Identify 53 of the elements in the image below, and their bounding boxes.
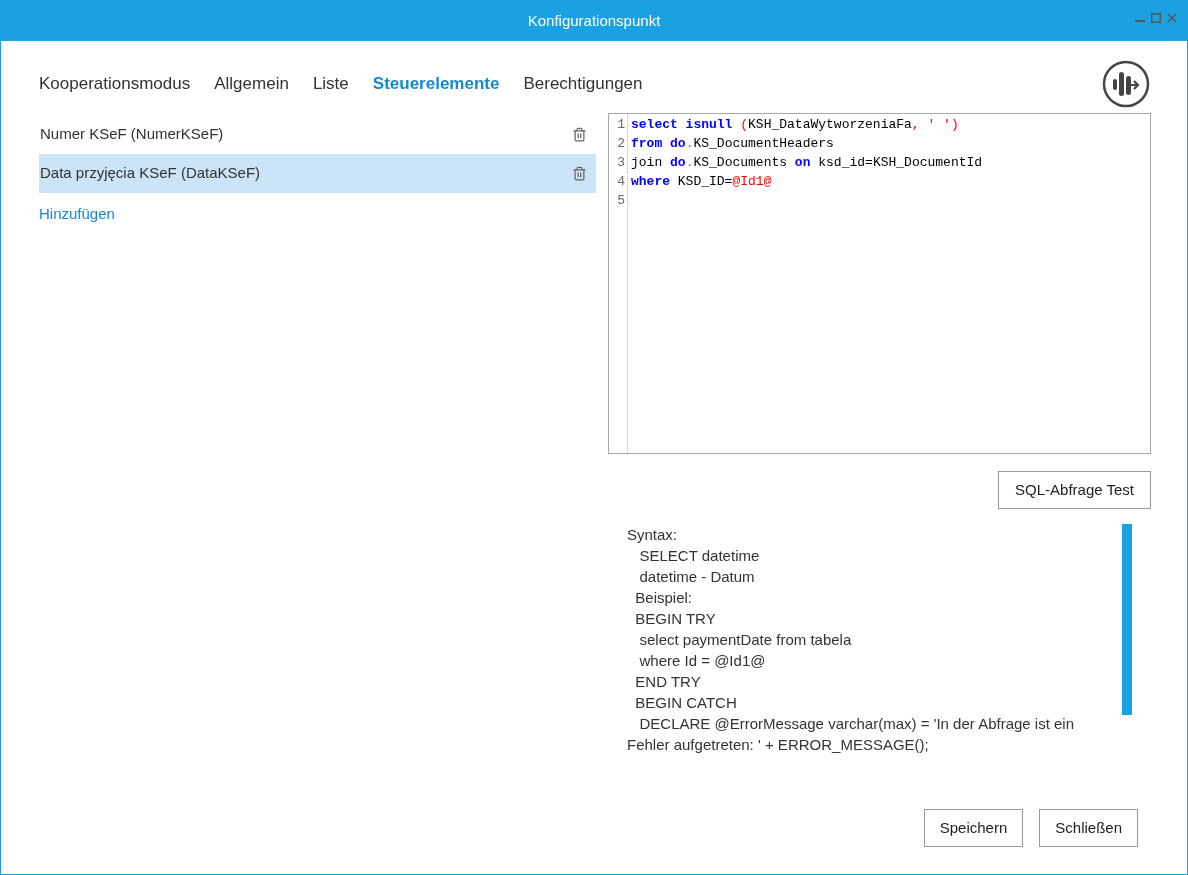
code-token: on — [794, 155, 811, 170]
list-item[interactable]: Numer KSeF (NumerKSeF) — [39, 115, 596, 154]
help-text-line: Syntax: — [627, 525, 679, 545]
add-link[interactable]: Hinzufügen — [39, 203, 115, 226]
code-token: . — [685, 155, 694, 170]
close-icon[interactable] — [1167, 13, 1177, 23]
code-token: KSD_ID= — [676, 174, 733, 189]
code-token: , — [911, 117, 920, 132]
code-token: join — [631, 155, 664, 170]
code-token: isnull — [684, 117, 733, 132]
scrollbar-thumb[interactable] — [1122, 524, 1132, 715]
line-number: 3 — [616, 154, 625, 172]
help-text-line: END TRY — [634, 672, 702, 692]
test-button[interactable]: SQL-Abfrage Test — [998, 471, 1151, 509]
code-token: @Id1@ — [732, 174, 772, 189]
maximize-icon[interactable] — [1151, 13, 1161, 23]
code-token: KSH_DataWytworzeniaFa — [748, 117, 912, 132]
trash-icon[interactable] — [572, 166, 587, 181]
help-text-line: BEGIN CATCH — [634, 693, 738, 713]
trash-icon[interactable] — [572, 127, 587, 142]
help-text-line: BEGIN TRY — [634, 609, 717, 629]
line-number: 5 — [616, 192, 625, 210]
tab[interactable]: Berechtigungen — [523, 71, 643, 97]
code-token: ksd_id=KSH_DocumentId — [817, 155, 983, 170]
code-token: ) — [950, 117, 959, 132]
help-text-line: where Id = @Id1@ — [638, 651, 767, 671]
code-token: ' ' — [926, 117, 951, 132]
help-text-line: SELECT datetime — [638, 546, 761, 566]
help-text-line: DECLARE @ErrorMessage varchar(max) = 'In der Abfrage ist ein Fehler aufgetreten: ' + ERROR_MESSAGE(); — [627, 714, 1076, 755]
code-editor[interactable]: 1 2 3 4 5 select isnull (KSH_DataWytworzeniaFa, ' ') from do.KS_DocumentHeaders join do.KS_Documents on ksd_id=KSH_DocumentId where KSD_ID=@Id1@ — [608, 113, 1151, 454]
window-title: Konfigurationspunkt — [527, 10, 661, 31]
code-token: do — [670, 155, 686, 170]
help-text-line: datetime - Datum — [638, 567, 756, 587]
code-token: KS_Documents — [693, 155, 789, 170]
tab[interactable]: Steuerelemente — [372, 71, 500, 97]
dialog-button[interactable]: Speichern — [923, 809, 1024, 847]
help-text-line: Beispiel: — [634, 588, 694, 608]
line-number: 2 — [616, 135, 625, 153]
code-token: from — [631, 136, 663, 151]
dialog-button[interactable]: Schließen — [1039, 809, 1138, 847]
tab[interactable]: Liste — [312, 71, 349, 97]
line-number: 4 — [616, 173, 625, 191]
tab[interactable]: Kooperationsmodus — [39, 71, 191, 97]
line-number: 1 — [616, 116, 625, 134]
code-token: KS_DocumentHeaders — [693, 136, 834, 151]
list-item[interactable]: Data przyjęcia KSeF (DataKSeF) — [39, 154, 596, 193]
tab[interactable]: Allgemein — [214, 71, 289, 97]
code-token: . — [685, 136, 694, 151]
code-token: select — [631, 117, 678, 132]
code-token: do — [669, 136, 686, 151]
help-text-line: select paymentDate from tabela — [638, 630, 853, 650]
code-token: ( — [739, 117, 749, 132]
code-token: where — [631, 174, 670, 189]
